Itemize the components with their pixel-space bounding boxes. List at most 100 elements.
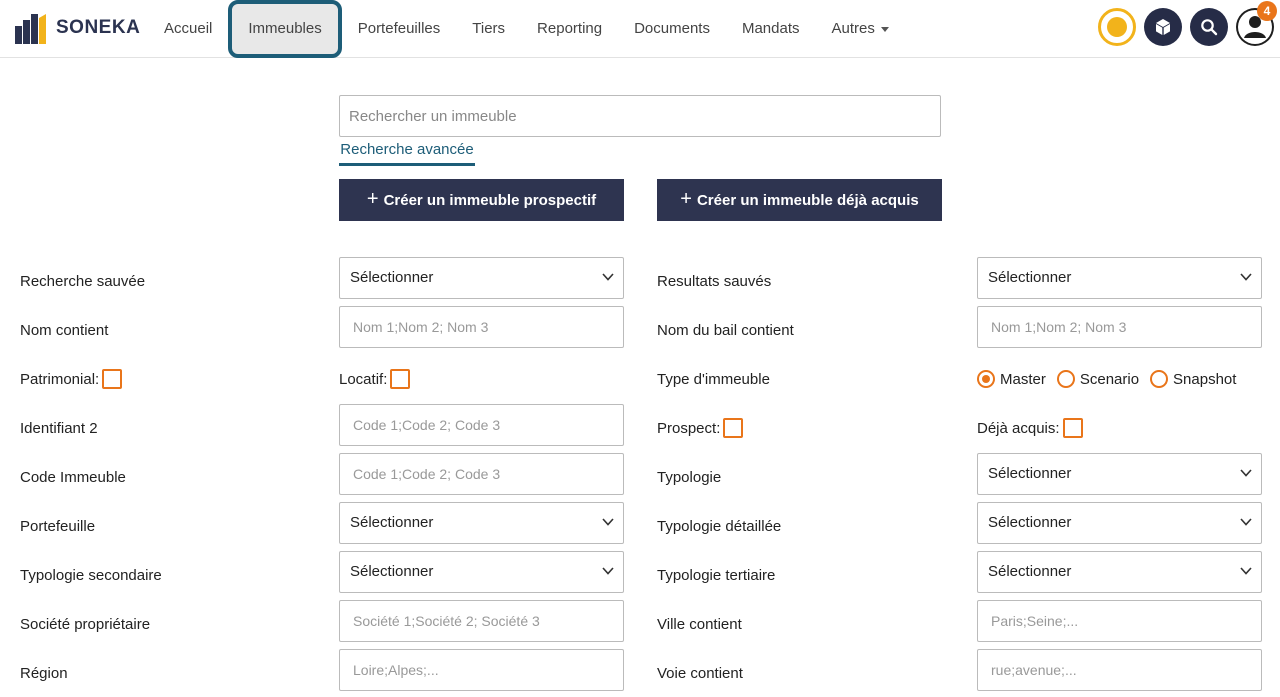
city-contains-input[interactable]: Paris;Seine;...: [977, 600, 1262, 642]
tertiary-typology-value: Sélectionner: [988, 563, 1072, 580]
typology-value: Sélectionner: [988, 465, 1072, 482]
create-prospective-label: Créer un immeuble prospectif: [383, 191, 597, 209]
radio-scenario[interactable]: Scenario: [1056, 370, 1140, 388]
owner-company-label: Société propriétaire: [20, 616, 151, 633]
region-label: Région: [20, 665, 68, 682]
street-contains-label: Voie contient: [657, 665, 743, 682]
secondary-typology-value: Sélectionner: [350, 563, 434, 580]
region-input[interactable]: Loire;Alpes;...: [339, 649, 624, 691]
chevron-down-icon: [1240, 518, 1252, 526]
nav-item-autres[interactable]: Autres: [816, 0, 905, 57]
chevron-down-icon: [1240, 273, 1252, 281]
name-contains-input[interactable]: Nom 1;Nom 2; Nom 3: [339, 306, 624, 348]
chevron-down-icon: [1240, 469, 1252, 477]
chevron-down-icon: [1240, 567, 1252, 575]
patrimonial-label: Patrimonial:: [20, 371, 100, 388]
nav-item-portefeuilles[interactable]: Portefeuilles: [342, 0, 457, 57]
portfolio-value: Sélectionner: [350, 514, 434, 531]
advanced-search-link[interactable]: Recherche avancée: [339, 141, 475, 166]
caret-down-icon: [880, 26, 889, 32]
secondary-typology-select[interactable]: Sélectionner: [339, 551, 624, 593]
locatif-field: Locatif:: [339, 368, 411, 390]
nav-item-reporting[interactable]: Reporting: [521, 0, 618, 57]
radio-snapshot[interactable]: Snapshot: [1150, 370, 1236, 388]
building-code-input[interactable]: Code 1;Code 2; Code 3: [339, 453, 624, 495]
tertiary-typology-select[interactable]: Sélectionner: [977, 551, 1262, 593]
identifier2-input[interactable]: Code 1;Code 2; Code 3: [339, 404, 624, 446]
brand-name: SONEKA: [56, 17, 141, 38]
prospect-checkbox[interactable]: [723, 417, 744, 438]
prospect-field: Prospect:: [657, 417, 744, 439]
already-acquired-field: Déjà acquis:: [977, 417, 1083, 439]
plus-icon: +: [366, 187, 379, 210]
saved-results-select[interactable]: Sélectionner: [977, 257, 1262, 299]
radio-scenario-circle: [1056, 370, 1075, 388]
status-dot-icon: [1107, 17, 1127, 37]
chevron-down-icon: [602, 273, 614, 281]
radio-master-circle: [977, 370, 995, 388]
nav-item-immeubles[interactable]: Immeubles: [228, 0, 342, 58]
lease-name-contains-input[interactable]: Nom 1;Nom 2; Nom 3: [977, 306, 1262, 348]
lease-name-contains-label: Nom du bail contient: [657, 322, 794, 339]
user-profile-button[interactable]: 4: [1236, 1, 1277, 46]
building-code-label: Code Immeuble: [20, 469, 126, 486]
cube-icon: [1156, 19, 1170, 35]
saved-results-label: Resultats sauvés: [657, 273, 772, 290]
main-nav: Accueil Immeubles Portefeuilles Tiers Re…: [148, 0, 905, 58]
top-navigation-bar: SONEKA Accueil Immeubles Portefeuilles T…: [0, 0, 1280, 58]
already-acquired-label: Déjà acquis:: [977, 420, 1060, 437]
notification-badge: 4: [1257, 1, 1277, 21]
patrimonial-checkbox[interactable]: [102, 368, 123, 389]
street-contains-input[interactable]: rue;avenue;...: [977, 649, 1262, 691]
radio-snapshot-circle: [1150, 370, 1169, 388]
already-acquired-checkbox[interactable]: [1062, 417, 1083, 438]
building-type-label: Type d'immeuble: [657, 371, 770, 388]
search-icon: [1201, 19, 1218, 36]
status-indicator[interactable]: [1098, 8, 1136, 46]
building-search-input[interactable]: [339, 95, 941, 137]
cube-button[interactable]: [1144, 8, 1182, 46]
search-button[interactable]: [1190, 8, 1228, 46]
header-actions: 4: [1090, 1, 1277, 46]
detailed-typology-label: Typologie détaillée: [657, 518, 782, 535]
radio-master[interactable]: Master: [977, 370, 1046, 388]
saved-search-value: Sélectionner: [350, 269, 434, 286]
locatif-label: Locatif:: [339, 371, 388, 388]
radio-selected-dot: [982, 375, 990, 383]
detailed-typology-value: Sélectionner: [988, 514, 1072, 531]
chevron-down-icon: [602, 518, 614, 526]
identifier2-label: Identifiant 2: [20, 420, 98, 437]
saved-results-value: Sélectionner: [988, 269, 1072, 286]
typology-label: Typologie: [657, 469, 722, 486]
detailed-typology-select[interactable]: Sélectionner: [977, 502, 1262, 544]
radio-master-label: Master: [1000, 370, 1046, 388]
city-contains-label: Ville contient: [657, 616, 742, 633]
patrimonial-field: Patrimonial:: [20, 368, 123, 390]
create-prospective-building-button[interactable]: + Créer un immeuble prospectif: [339, 179, 624, 221]
tertiary-typology-label: Typologie tertiaire: [657, 567, 776, 584]
radio-scenario-label: Scenario: [1079, 370, 1140, 388]
nav-item-autres-label: Autres: [831, 20, 875, 37]
saved-search-label: Recherche sauvée: [20, 273, 146, 290]
radio-snapshot-label: Snapshot: [1173, 370, 1237, 388]
typology-select[interactable]: Sélectionner: [977, 453, 1262, 495]
prospect-label: Prospect:: [657, 420, 721, 437]
brand-logo[interactable]: SONEKA: [14, 12, 140, 44]
locatif-checkbox[interactable]: [390, 368, 411, 389]
owner-company-input[interactable]: Société 1;Société 2; Société 3: [339, 600, 624, 642]
nav-item-tiers[interactable]: Tiers: [456, 0, 521, 57]
plus-icon: +: [680, 187, 692, 210]
portfolio-select[interactable]: Sélectionner: [339, 502, 624, 544]
name-contains-label: Nom contient: [20, 322, 109, 339]
building-logo-icon: [15, 14, 46, 44]
create-acquired-building-button[interactable]: + Créer un immeuble déjà acquis: [657, 179, 942, 221]
saved-search-select[interactable]: Sélectionner: [339, 257, 624, 299]
nav-item-accueil[interactable]: Accueil: [148, 0, 228, 57]
building-type-radio-group: Master Scenario Snapshot: [977, 370, 1247, 388]
secondary-typology-label: Typologie secondaire: [20, 567, 162, 584]
nav-item-mandats[interactable]: Mandats: [726, 0, 816, 57]
nav-item-documents[interactable]: Documents: [618, 0, 726, 57]
create-acquired-label: Créer un immeuble déjà acquis: [696, 191, 919, 209]
chevron-down-icon: [602, 567, 614, 575]
portfolio-label: Portefeuille: [20, 518, 96, 535]
